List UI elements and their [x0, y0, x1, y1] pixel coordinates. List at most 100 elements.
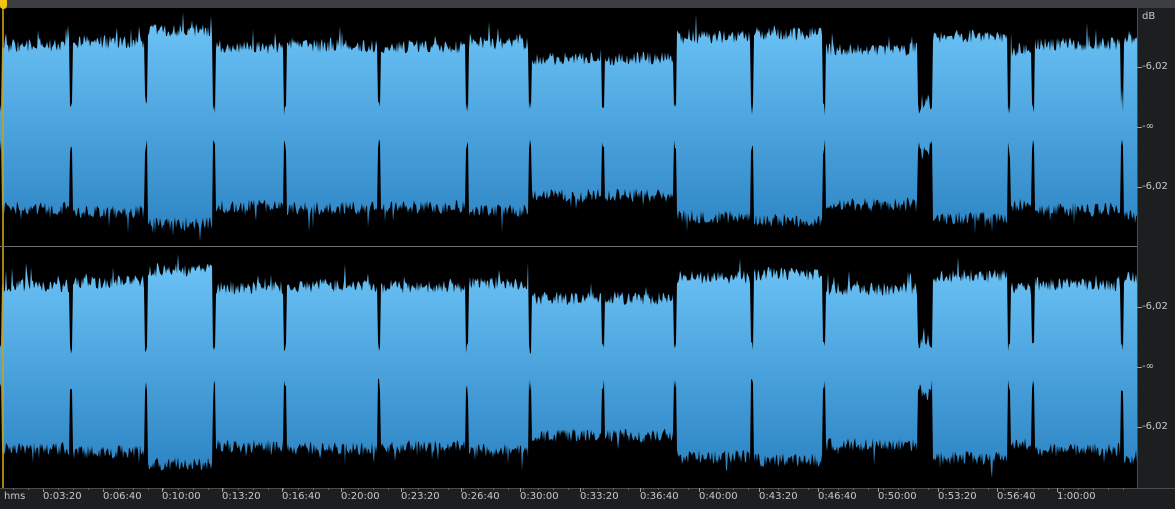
- playhead-line[interactable]: [2, 8, 4, 488]
- time-label: 0:03:20: [43, 491, 82, 502]
- time-minor-tick: [1093, 488, 1094, 490]
- time-minor-tick: [88, 488, 89, 490]
- time-minor-tick: [958, 488, 959, 490]
- waveform-channel-bottom: [0, 253, 1137, 479]
- time-minor-tick: [73, 488, 74, 490]
- time-minor-tick: [283, 488, 284, 490]
- time-minor-tick: [463, 488, 464, 490]
- time-label: 0:50:00: [878, 491, 917, 502]
- time-minor-tick: [913, 488, 914, 490]
- time-minor-tick: [1123, 488, 1124, 490]
- playhead-marker-icon[interactable]: [0, 0, 7, 9]
- time-label: 1:00:00: [1057, 491, 1096, 502]
- time-minor-tick: [703, 488, 704, 490]
- time-minor-tick: [448, 488, 449, 490]
- time-label: 0:36:40: [640, 491, 679, 502]
- time-minor-tick: [43, 488, 44, 490]
- time-minor-tick: [493, 488, 494, 490]
- time-minor-tick: [523, 488, 524, 490]
- time-minor-tick: [328, 488, 329, 490]
- time-label: 0:16:40: [282, 491, 321, 502]
- time-label: 0:20:00: [341, 491, 380, 502]
- time-minor-tick: [388, 488, 389, 490]
- time-minor-tick: [193, 488, 194, 490]
- time-minor-tick: [853, 488, 854, 490]
- time-minor-tick: [343, 488, 344, 490]
- time-tick: [759, 488, 760, 492]
- time-minor-tick: [208, 488, 209, 490]
- time-minor-tick: [253, 488, 254, 490]
- db-tick: [1137, 187, 1142, 188]
- time-minor-tick: [763, 488, 764, 490]
- time-minor-tick: [898, 488, 899, 490]
- time-minor-tick: [883, 488, 884, 490]
- time-minor-tick: [358, 488, 359, 490]
- time-minor-tick: [658, 488, 659, 490]
- db-tick: [1137, 67, 1142, 68]
- db-ruler: [1137, 8, 1175, 488]
- db-label: -6,02: [1142, 181, 1168, 192]
- time-minor-tick: [553, 488, 554, 490]
- time-label: 0:46:40: [818, 491, 857, 502]
- time-tick: [461, 488, 462, 492]
- time-minor-tick: [583, 488, 584, 490]
- time-label: 0:53:20: [938, 491, 977, 502]
- time-minor-tick: [628, 488, 629, 490]
- time-minor-tick: [103, 488, 104, 490]
- db-unit-label: dB: [1142, 11, 1156, 22]
- time-label: 0:23:20: [401, 491, 440, 502]
- time-minor-tick: [223, 488, 224, 490]
- time-label: 0:13:20: [222, 491, 261, 502]
- time-minor-tick: [1003, 488, 1004, 490]
- waveform-canvas[interactable]: [0, 8, 1137, 488]
- time-minor-tick: [733, 488, 734, 490]
- time-tick: [878, 488, 879, 492]
- time-minor-tick: [1063, 488, 1064, 490]
- time-minor-tick: [403, 488, 404, 490]
- db-tick: [1137, 127, 1142, 128]
- db-label: -∞: [1142, 121, 1154, 132]
- time-minor-tick: [688, 488, 689, 490]
- time-tick: [520, 488, 521, 492]
- time-minor-tick: [973, 488, 974, 490]
- time-minor-tick: [718, 488, 719, 490]
- time-minor-tick: [508, 488, 509, 490]
- db-label: -6,02: [1142, 421, 1168, 432]
- time-label: 0:43:20: [759, 491, 798, 502]
- time-minor-tick: [148, 488, 149, 490]
- time-minor-tick: [298, 488, 299, 490]
- time-minor-tick: [58, 488, 59, 490]
- time-label: 0:56:40: [997, 491, 1036, 502]
- db-tick: [1137, 427, 1142, 428]
- time-minor-tick: [163, 488, 164, 490]
- time-minor-tick: [943, 488, 944, 490]
- db-label: -6,02: [1142, 61, 1168, 72]
- time-minor-tick: [568, 488, 569, 490]
- waveform-display[interactable]: [0, 8, 1137, 488]
- time-minor-tick: [1018, 488, 1019, 490]
- time-tick: [818, 488, 819, 492]
- time-minor-tick: [433, 488, 434, 490]
- time-minor-tick: [178, 488, 179, 490]
- time-minor-tick: [643, 488, 644, 490]
- time-unit-label: hms: [4, 491, 26, 502]
- db-tick: [1137, 307, 1142, 308]
- time-label: 0:30:00: [520, 491, 559, 502]
- time-tick: [401, 488, 402, 492]
- time-minor-tick: [778, 488, 779, 490]
- time-minor-tick: [118, 488, 119, 490]
- time-tick: [699, 488, 700, 492]
- time-minor-tick: [838, 488, 839, 490]
- time-tick: [1057, 488, 1058, 492]
- time-label: 0:40:00: [699, 491, 738, 502]
- db-label: -6,02: [1142, 301, 1168, 312]
- time-tick: [938, 488, 939, 492]
- time-minor-tick: [598, 488, 599, 490]
- time-minor-tick: [28, 488, 29, 490]
- time-label: 0:06:40: [103, 491, 142, 502]
- time-minor-tick: [673, 488, 674, 490]
- time-minor-tick: [268, 488, 269, 490]
- time-minor-tick: [478, 488, 479, 490]
- time-label: 0:26:40: [461, 491, 500, 502]
- time-minor-tick: [373, 488, 374, 490]
